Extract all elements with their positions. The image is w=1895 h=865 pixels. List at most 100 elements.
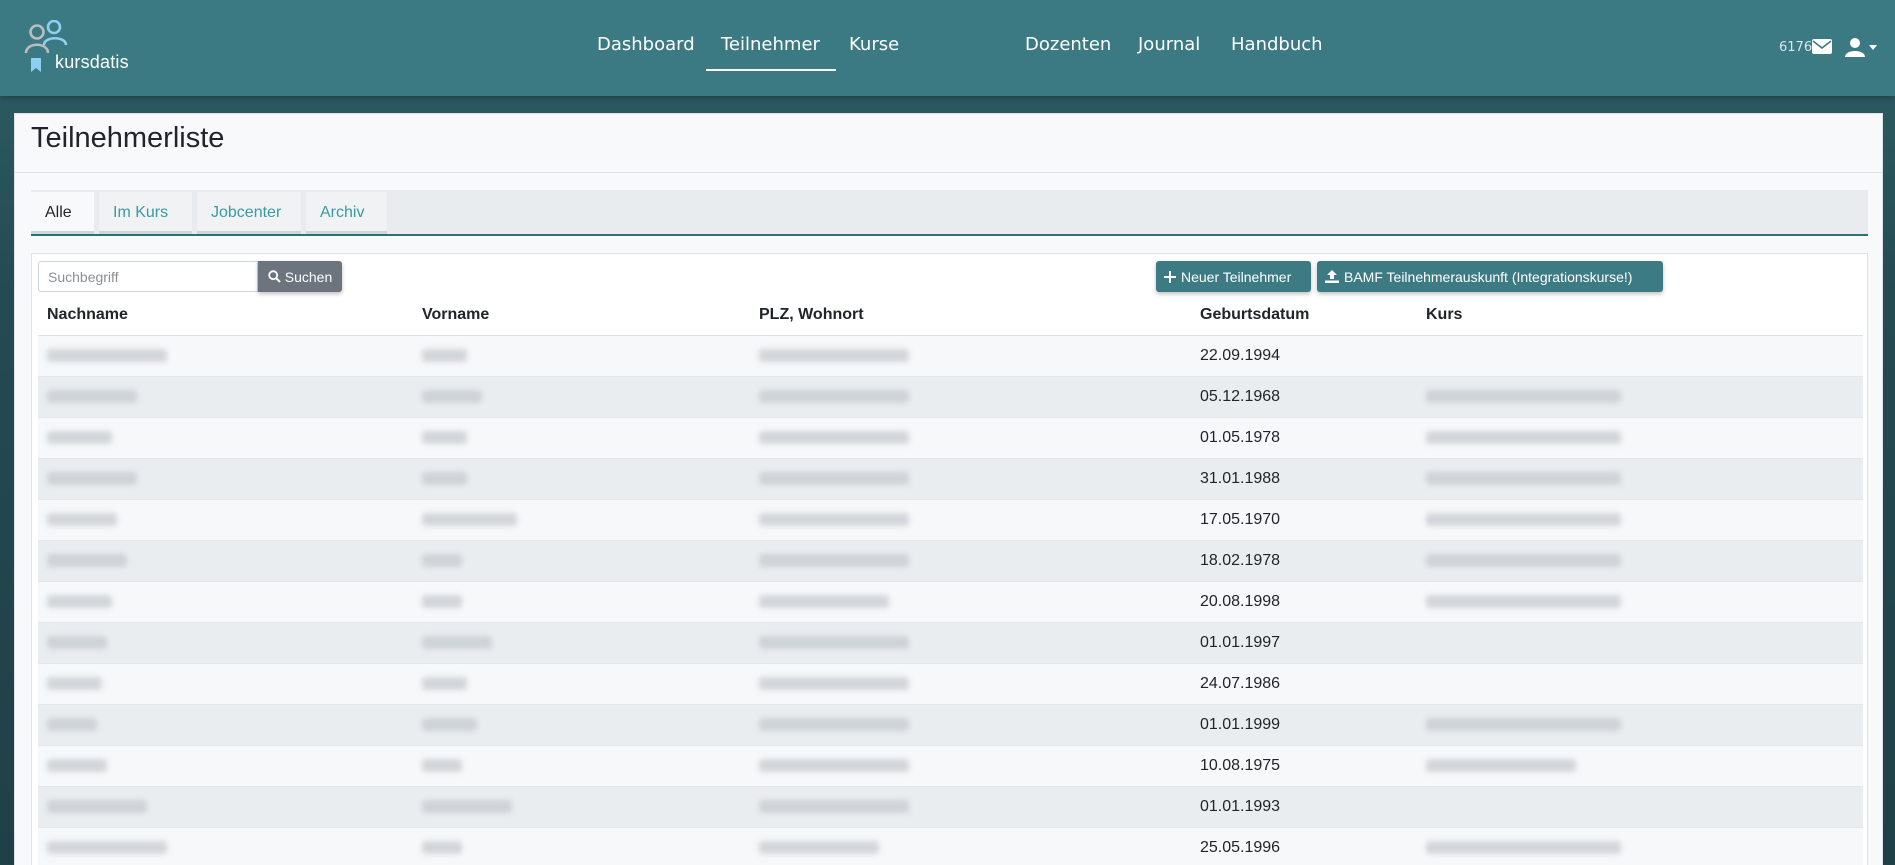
nav-journal[interactable]: Journal xyxy=(1138,34,1200,70)
table-row[interactable]: 01.05.1978 xyxy=(38,417,1863,459)
new-participant-button[interactable]: Neuer Teilnehmer xyxy=(1156,261,1311,292)
column-header-kurs[interactable]: Kurs xyxy=(1417,296,1863,336)
table-row[interactable]: 22.09.1994 xyxy=(38,335,1863,377)
nav-dashboard[interactable]: Dashboard xyxy=(597,34,695,70)
table-row[interactable]: 31.01.1988 xyxy=(38,458,1863,500)
redacted-text xyxy=(759,512,909,526)
redacted-text xyxy=(422,553,462,567)
table-row[interactable]: 24.07.1986 xyxy=(38,663,1863,705)
redacted-text xyxy=(1426,717,1621,731)
table-row[interactable]: 01.01.1997 xyxy=(38,622,1863,664)
table-row[interactable]: 10.08.1975 xyxy=(38,745,1863,787)
message-count[interactable]: 6176 xyxy=(1779,40,1812,55)
redacted-text xyxy=(47,594,112,608)
redacted-text xyxy=(759,594,889,608)
bamf-lookup-label: BAMF Teilnehmerauskunft (Integrationskur… xyxy=(1344,268,1633,285)
search-icon xyxy=(268,270,281,283)
cell-kurs xyxy=(1417,417,1863,459)
redacted-text xyxy=(47,635,107,649)
caret-down-icon[interactable] xyxy=(1869,45,1877,50)
search-button[interactable]: Suchen xyxy=(258,261,342,292)
cell-nachname xyxy=(38,663,413,705)
search-input[interactable] xyxy=(38,261,258,292)
cell-kurs xyxy=(1417,499,1863,541)
cell-geburtsdatum: 01.05.1978 xyxy=(1191,417,1417,459)
cell-plz-wohnort xyxy=(750,786,1191,828)
redacted-text xyxy=(759,758,909,772)
redacted-text xyxy=(1426,758,1576,772)
redacted-text xyxy=(1426,471,1621,485)
cell-kurs xyxy=(1417,540,1863,582)
nav-handbuch[interactable]: Handbuch xyxy=(1231,34,1323,70)
participant-table: Nachname Vorname PLZ, Wohnort Geburtsdat… xyxy=(38,296,1863,865)
table-row[interactable]: 18.02.1978 xyxy=(38,540,1863,582)
redacted-text xyxy=(759,471,909,485)
nav-kurse[interactable]: Kurse xyxy=(849,34,899,70)
cell-kurs xyxy=(1417,745,1863,787)
cell-nachname xyxy=(38,417,413,459)
cell-kurs xyxy=(1417,704,1863,746)
page-title: Teilnehmerliste xyxy=(31,122,225,154)
redacted-text xyxy=(47,471,137,485)
cell-nachname xyxy=(38,622,413,664)
cell-plz-wohnort xyxy=(750,704,1191,746)
cell-kurs xyxy=(1417,786,1863,828)
column-header-geburtsdatum[interactable]: Geburtsdatum xyxy=(1191,296,1417,336)
cell-vorname xyxy=(413,376,750,418)
cell-nachname xyxy=(38,335,413,377)
redacted-text xyxy=(759,389,909,403)
tab-archiv[interactable]: Archiv xyxy=(306,192,387,234)
new-participant-label: Neuer Teilnehmer xyxy=(1181,268,1292,285)
cell-nachname xyxy=(38,458,413,500)
nav-dozenten[interactable]: Dozenten xyxy=(1025,34,1111,70)
cell-nachname xyxy=(38,540,413,582)
cell-nachname xyxy=(38,704,413,746)
redacted-text xyxy=(47,348,167,362)
table-row[interactable]: 20.08.1998 xyxy=(38,581,1863,623)
redacted-text xyxy=(422,430,467,444)
tab-im-kurs[interactable]: Im Kurs xyxy=(99,192,192,234)
redacted-text xyxy=(47,758,107,772)
redacted-text xyxy=(422,840,462,854)
redacted-text xyxy=(422,717,477,731)
brand-logo-link[interactable]: kursdatis xyxy=(24,20,144,76)
cell-plz-wohnort xyxy=(750,622,1191,664)
redacted-text xyxy=(422,676,467,690)
redacted-text xyxy=(47,430,112,444)
cell-plz-wohnort xyxy=(750,458,1191,500)
redacted-text xyxy=(422,348,467,362)
cell-plz-wohnort xyxy=(750,417,1191,459)
table-row[interactable]: 01.01.1999 xyxy=(38,704,1863,746)
nav-teilnehmer[interactable]: Teilnehmer xyxy=(706,34,836,71)
cell-vorname xyxy=(413,786,750,828)
redacted-text xyxy=(47,553,127,567)
cell-nachname xyxy=(38,745,413,787)
redacted-text xyxy=(1426,430,1621,444)
upload-icon xyxy=(1325,270,1339,283)
redacted-text xyxy=(47,389,137,403)
column-header-vorname[interactable]: Vorname xyxy=(413,296,750,336)
cell-geburtsdatum: 20.08.1998 xyxy=(1191,581,1417,623)
envelope-icon[interactable] xyxy=(1812,39,1832,54)
bamf-lookup-button[interactable]: BAMF Teilnehmerauskunft (Integrationskur… xyxy=(1317,261,1663,292)
cell-vorname xyxy=(413,704,750,746)
table-row[interactable]: 01.01.1993 xyxy=(38,786,1863,828)
redacted-text xyxy=(422,512,517,526)
user-icon[interactable] xyxy=(1845,37,1865,57)
redacted-text xyxy=(422,594,462,608)
column-header-plz-wohnort[interactable]: PLZ, Wohnort xyxy=(750,296,1191,336)
redacted-text xyxy=(759,676,909,690)
cell-geburtsdatum: 01.01.1997 xyxy=(1191,622,1417,664)
table-row[interactable]: 17.05.1970 xyxy=(38,499,1863,541)
column-header-nachname[interactable]: Nachname xyxy=(38,296,413,336)
table-row[interactable]: 25.05.1996 xyxy=(38,827,1863,865)
tab-jobcenter[interactable]: Jobcenter xyxy=(197,192,301,234)
cell-geburtsdatum: 24.07.1986 xyxy=(1191,663,1417,705)
table-header-row: Nachname Vorname PLZ, Wohnort Geburtsdat… xyxy=(38,296,1863,336)
table-row[interactable]: 05.12.1968 xyxy=(38,376,1863,418)
tab-alle[interactable]: Alle xyxy=(31,192,94,234)
cell-geburtsdatum: 18.02.1978 xyxy=(1191,540,1417,582)
redacted-text xyxy=(1426,594,1621,608)
cell-vorname xyxy=(413,499,750,541)
cell-geburtsdatum: 17.05.1970 xyxy=(1191,499,1417,541)
